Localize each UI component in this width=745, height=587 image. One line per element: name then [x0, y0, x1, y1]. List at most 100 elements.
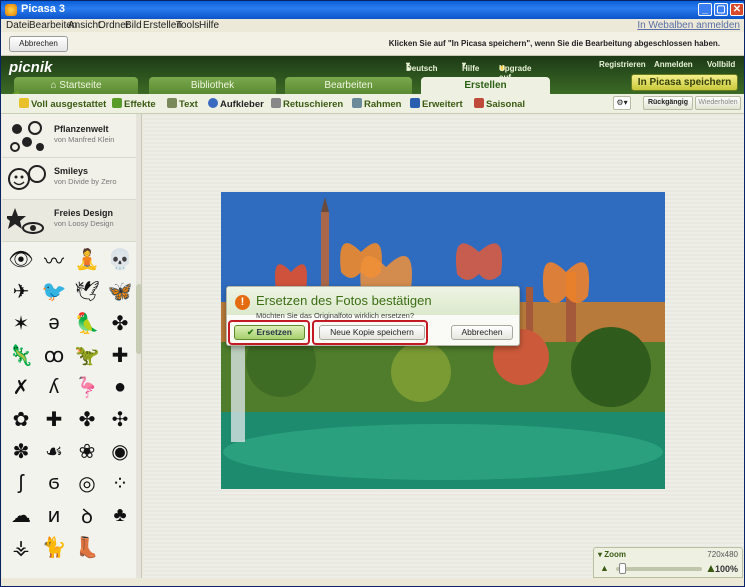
sticker-item[interactable]: ϭ — [37, 468, 71, 498]
close-icon[interactable]: ✕ — [730, 3, 744, 16]
sticker-item[interactable]: 🦜 — [70, 308, 104, 338]
sticker-item[interactable]: ◎ — [70, 468, 104, 498]
sticker-icon — [208, 98, 218, 108]
menu-bar: Datei Bearbeiten Ansicht Ordner Bild Ers… — [1, 19, 744, 32]
scrollbar-thumb[interactable] — [136, 284, 141, 354]
dialog-subtitle: Möchten Sie das Originalfoto wirklich er… — [256, 311, 414, 320]
tool-aufkleber[interactable]: Aufkleber — [208, 98, 264, 110]
sticker-item[interactable]: 🦖 — [70, 340, 104, 370]
menu-datei[interactable]: Datei — [6, 20, 29, 31]
star-icon — [19, 98, 29, 108]
sticker-item[interactable]: ⚶ — [4, 532, 38, 562]
zoom-out-icon[interactable]: ▲ — [600, 563, 609, 573]
gear-icon[interactable]: ⚙▾ — [613, 96, 631, 110]
sticker-item[interactable]: 🐦 — [37, 276, 71, 306]
sticker-item[interactable]: ✿ — [4, 404, 38, 434]
sticker-item[interactable]: 👁 — [4, 244, 38, 274]
tool-erweitert[interactable]: Erweitert — [410, 98, 463, 110]
plant-art-icon — [10, 121, 44, 152]
sticker-item[interactable]: ✶ — [4, 308, 38, 338]
maximize-icon[interactable]: ▢ — [714, 3, 728, 16]
menu-hilfe[interactable]: Hilfe — [199, 20, 219, 31]
picasa-window: Picasa 3 _ ▢ ✕ Datei Bearbeiten Ansicht … — [0, 0, 745, 587]
sticker-item[interactable]: ☙ — [37, 436, 71, 466]
tab-startseite[interactable]: ⌂ Startseite — [14, 77, 138, 94]
sticker-item[interactable]: ● — [103, 372, 137, 402]
pack-name: Smileys — [54, 166, 89, 176]
sidebar-scrollbar[interactable] — [136, 114, 141, 578]
minimize-icon[interactable]: _ — [698, 3, 712, 16]
menu-ansicht[interactable]: Ansicht — [68, 20, 101, 31]
sticker-item[interactable]: ✚ — [37, 404, 71, 434]
sticker-item[interactable]: 🐈 — [37, 532, 71, 562]
sticker-item[interactable]: 👢 — [70, 532, 104, 562]
sticker-item[interactable]: 🧘 — [70, 244, 104, 274]
sticker-item[interactable]: ☁ — [4, 500, 38, 530]
sticker-item[interactable]: ꝺ — [70, 500, 104, 530]
zoom-slider-track[interactable] — [616, 567, 702, 571]
sticker-item[interactable]: ʃ — [4, 468, 38, 498]
tool-retuschieren[interactable]: Retuschieren — [271, 98, 343, 110]
register-link[interactable]: Registrieren — [599, 60, 646, 69]
sticker-item[interactable]: 🦩 — [70, 372, 104, 402]
sticker-item[interactable]: ✚ — [103, 340, 137, 370]
sticker-item[interactable]: ✤ — [103, 308, 137, 338]
save-to-picasa-button[interactable]: In Picasa speichern — [631, 74, 738, 91]
sticker-item[interactable]: ✣ — [103, 404, 137, 434]
sticker-pack-smileys[interactable]: Smileys von Divide by Zero — [2, 158, 136, 200]
sticker-item[interactable]: ❀ — [70, 436, 104, 466]
signin-link[interactable]: Anmelden — [654, 60, 693, 69]
sticker-item[interactable]: 🦎 — [4, 340, 38, 370]
picnik-header: picnik ● Deutsch ▾ Hilfe ▾ ✹ Upgrade auf… — [1, 56, 744, 94]
pack-author: von Loosy Design — [54, 219, 114, 228]
zoom-percent: 100% — [714, 564, 738, 574]
tab-bearbeiten[interactable]: Bearbeiten — [285, 77, 412, 94]
sticker-pack-pflanzenwelt[interactable]: Pflanzenwelt von Manfred Klein — [2, 116, 136, 158]
picnik-logo[interactable]: picnik — [9, 59, 52, 76]
tool-text[interactable]: Text — [167, 98, 198, 110]
editing-canvas — [143, 114, 744, 578]
sticker-item[interactable]: ✤ — [70, 404, 104, 434]
redo-button[interactable]: Wiederholen — [695, 96, 741, 110]
fullscreen-link[interactable]: Vollbild — [707, 60, 735, 69]
save-hint-text: Klicken Sie auf "In Picasa speichern", w… — [388, 39, 720, 48]
design-art-icon — [7, 208, 44, 234]
tool-bar: Voll ausgestattet Effekte Text Aufkleber… — [1, 94, 744, 114]
tab-erstellen[interactable]: Erstellen — [421, 77, 550, 94]
tool-saisonal[interactable]: Saisonal — [474, 98, 525, 110]
dialog-cancel-button[interactable]: Abbrechen — [451, 325, 513, 340]
sticker-item[interactable]: ⁘ — [103, 468, 137, 498]
tool-effekte[interactable]: Effekte — [112, 98, 156, 110]
help-menu[interactable]: Hilfe ▾ — [462, 60, 479, 73]
undo-button[interactable]: Rückgängig — [643, 96, 693, 110]
action-bar: Abbrechen Klicken Sie auf "In Picasa spe… — [1, 32, 744, 56]
tab-bibliothek[interactable]: Bibliothek — [149, 77, 276, 94]
sticker-item[interactable]: ͷ — [37, 500, 71, 530]
sticker-item[interactable]: ♣ — [103, 500, 137, 530]
sticker-item[interactable]: ✽ — [4, 436, 38, 466]
language-select[interactable]: ● Deutsch ▾ — [406, 60, 438, 73]
sticker-pack-freies-design[interactable]: Freies Design von Loosy Design — [2, 200, 136, 242]
sticker-item[interactable]: 〰 — [37, 244, 71, 274]
sticker-item[interactable]: ꝏ — [37, 340, 71, 370]
sticker-item[interactable]: ✗ — [4, 372, 38, 402]
sticker-item[interactable]: ✈ — [4, 276, 38, 306]
pack-author: von Manfred Klein — [54, 135, 115, 144]
title-bar[interactable]: Picasa 3 _ ▢ ✕ — [1, 1, 744, 19]
sticker-item[interactable]: 💀 — [103, 244, 137, 274]
window-title: Picasa 3 — [21, 3, 66, 15]
sticker-item[interactable]: 🕊 — [70, 276, 104, 306]
webalben-login-link[interactable]: In Webalben anmelden — [637, 20, 740, 31]
sticker-item[interactable]: ◉ — [103, 436, 137, 466]
menu-tools[interactable]: Tools — [176, 20, 199, 31]
tool-voll-ausgestattet[interactable]: Voll ausgestattet — [19, 98, 106, 110]
frame-icon — [352, 98, 362, 108]
zoom-slider-knob[interactable] — [619, 563, 626, 574]
zoom-label: ▾ Zoom — [598, 550, 627, 559]
cancel-edit-button[interactable]: Abbrechen — [9, 36, 68, 52]
menu-bild[interactable]: Bild — [125, 20, 142, 31]
sticker-item[interactable]: 🦋 — [103, 276, 137, 306]
tool-rahmen[interactable]: Rahmen — [352, 98, 401, 110]
sticker-item[interactable]: ʎ — [37, 372, 71, 402]
sticker-item[interactable]: ǝ — [37, 308, 71, 338]
